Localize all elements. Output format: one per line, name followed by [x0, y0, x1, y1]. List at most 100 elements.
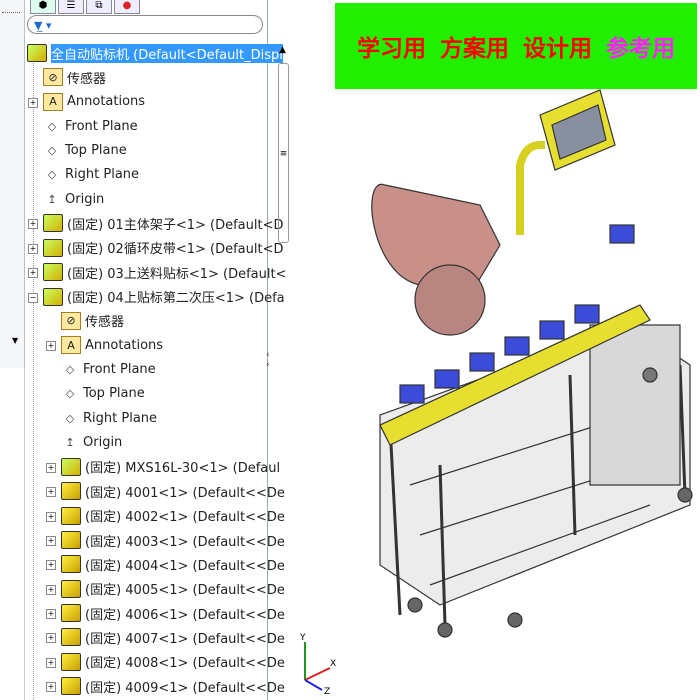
tree-item[interactable]: (固定) 01主体架子<1> (Default<D [43, 212, 283, 234]
part-icon [61, 506, 81, 525]
expand-toggle[interactable]: + [28, 97, 38, 108]
scroll-up-arrow-icon[interactable]: ▲ [276, 45, 289, 55]
tree-item[interactable]: A Annotations [43, 91, 145, 113]
tree-item-label: (固定) 4002<1> (Default<<De [85, 510, 285, 526]
tree-item-label: 传感器 [67, 71, 107, 87]
tree-item[interactable]: ↥ Origin [43, 188, 104, 210]
part-icon [61, 677, 81, 696]
tree-item[interactable]: ⊘ 传感器 [43, 66, 106, 88]
subassembly-icon [43, 287, 63, 306]
tab-configuration-manager[interactable]: ⧉ [86, 0, 112, 14]
banner-text-2: 方案用 [440, 36, 509, 62]
panel-tabs: ⬢ ☰ ⧉ ● [30, 0, 140, 14]
tree-filter-input[interactable]: ▼̲ ▾ [27, 15, 263, 34]
tree-item[interactable]: ◇ Right Plane [61, 407, 157, 429]
tree-item[interactable]: ◇ Top Plane [43, 139, 127, 161]
tree-item[interactable]: (固定) 4004<1> (Default<<De [61, 553, 285, 575]
tree-root-label: 全自动贴标机 (Default<Default_Displ [51, 43, 283, 63]
expand-toggle[interactable]: + [46, 487, 56, 498]
scroll-thumb[interactable]: ≡ [278, 63, 289, 243]
funnel-icon[interactable]: ▼̲ ▾ [34, 19, 51, 32]
expand-toggle[interactable]: + [28, 219, 38, 230]
tree-item-label: (固定) 4007<1> (Default<<De [85, 631, 285, 647]
3d-model-viewport[interactable] [340, 85, 700, 645]
tree-item-label: (固定) 4005<1> (Default<<De [85, 583, 285, 599]
expand-toggle[interactable]: − [28, 292, 38, 303]
tree-item-label: (固定) 4008<1> (Default<<De [85, 656, 285, 672]
tree-item[interactable]: A Annotations [61, 334, 163, 356]
plane-icon: ◇ [47, 143, 57, 157]
expand-toggle[interactable]: + [46, 560, 56, 571]
plane-icon: ◇ [65, 387, 75, 401]
tree-item[interactable]: (固定) 4002<1> (Default<<De [61, 505, 285, 527]
tree-item-label: (固定) 4003<1> (Default<<De [85, 534, 285, 550]
expand-toggle[interactable]: + [28, 243, 38, 254]
tree-item-label: Origin [65, 191, 105, 207]
part-icon [61, 531, 81, 549]
origin-icon: ↥ [65, 436, 75, 450]
tree-item-label: (固定) 4001<1> (Default<<De [85, 485, 285, 501]
tree-item-label: Origin [83, 435, 123, 451]
tree-item[interactable]: ◇ Top Plane [61, 383, 145, 405]
tree-item[interactable]: (固定) 4003<1> (Default<<De [61, 529, 285, 551]
expand-toggle[interactable]: + [46, 657, 56, 668]
tree-item-label: 传感器 [85, 315, 125, 331]
tree-scrollbar[interactable]: ▲ ≡ [276, 45, 289, 245]
tree-item[interactable]: ◇ Right Plane [43, 164, 139, 186]
tree-item[interactable]: (固定) 03上送料贴标<1> (Default< [43, 261, 286, 283]
plane-icon: ◇ [65, 363, 75, 377]
tab-display-manager[interactable]: ● [114, 0, 140, 14]
plane-icon: ◇ [47, 168, 57, 182]
tree-item[interactable]: (固定) 4007<1> (Default<<De [61, 626, 285, 648]
part-icon [61, 604, 81, 623]
expand-toggle[interactable]: + [46, 682, 56, 693]
expand-toggle[interactable]: + [46, 536, 56, 546]
triad-x-label: X [330, 659, 336, 669]
tree-item[interactable]: (固定) 4008<1> (Default<<De [61, 651, 285, 673]
left-blank-area [0, 368, 25, 700]
triad-y-label: Y [299, 633, 306, 643]
tree-item-label: Top Plane [65, 142, 127, 158]
part-icon [61, 482, 81, 501]
part-icon [61, 579, 81, 598]
tree-item[interactable]: (固定) 4009<1> (Default<<De [61, 675, 285, 697]
tree-item-label: (固定) 03上送料贴标<1> (Default< [67, 266, 287, 282]
tree-item[interactable]: (固定) 04上贴标第二次压<1> (Defa [43, 286, 285, 308]
label-reel [414, 264, 486, 336]
plane-icon: ◇ [65, 411, 75, 425]
dropdown-arrow-icon[interactable]: ▼ [12, 336, 18, 345]
expand-toggle[interactable]: + [46, 584, 56, 595]
tab-property-manager[interactable]: ☰ [58, 0, 84, 14]
expand-toggle[interactable]: + [46, 462, 56, 473]
expand-toggle[interactable]: + [46, 633, 56, 644]
origin-icon: ↥ [47, 192, 57, 206]
tree-item[interactable]: ◇ Front Plane [61, 359, 156, 381]
triad-x-axis [304, 667, 331, 681]
tree-item[interactable]: (固定) 4005<1> (Default<<De [61, 578, 285, 600]
tree-item[interactable]: ◇ Front Plane [43, 115, 138, 137]
tree-item-label: Annotations [67, 94, 146, 110]
expand-toggle[interactable]: + [46, 511, 56, 522]
tree-item-label: Front Plane [65, 118, 138, 134]
tree-item[interactable]: (固定) 4006<1> (Default<<De [61, 602, 285, 624]
tree-root-assembly[interactable]: 全自动贴标机 (Default<Default_Displ [27, 42, 283, 64]
expand-toggle[interactable]: + [46, 609, 56, 620]
expand-toggle[interactable]: + [28, 268, 38, 279]
sensor-folder-icon: ⊘ [61, 311, 81, 330]
tree-item[interactable]: (固定) 4001<1> (Default<<De [61, 480, 285, 502]
tree-item-label: (固定) 4006<1> (Default<<De [85, 607, 285, 623]
tab-feature-manager[interactable]: ⬢ [30, 0, 56, 14]
tree-item[interactable]: ↥ Origin [61, 432, 122, 454]
panel-splitter-handle[interactable]: ‹ › [266, 350, 270, 370]
feature-manager-panel: ⬢ ☰ ⧉ ● ▼̲ ▾ 全自动贴标机 (Default<Default_Dis… [25, 0, 289, 700]
tree-item-label: (固定) 4004<1> (Default<<De [85, 558, 285, 574]
tree-item[interactable]: (固定) MXS16L-30<1> (Defaul [61, 456, 280, 478]
subassembly-icon [61, 457, 81, 476]
plane-icon: ◇ [47, 119, 57, 133]
expand-toggle[interactable]: + [46, 341, 56, 352]
tree-item[interactable]: ⊘ 传感器 [61, 310, 124, 332]
tree-item[interactable]: (固定) 02循环皮带<1> (Default<D [43, 237, 283, 259]
part-icon [61, 628, 81, 647]
sensor-folder-icon: ⊘ [43, 68, 63, 87]
subassembly-icon [43, 263, 63, 282]
